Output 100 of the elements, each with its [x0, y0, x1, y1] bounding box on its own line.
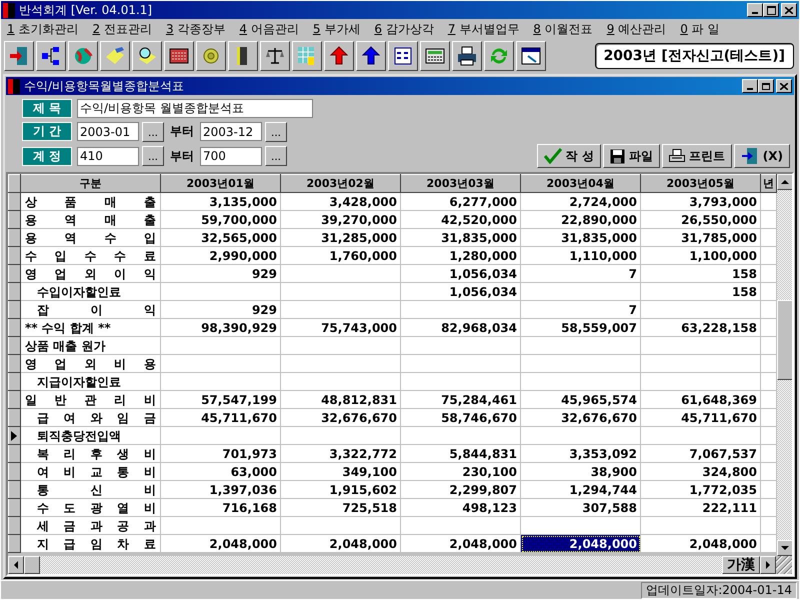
column-header[interactable]: 2003년01월: [160, 174, 280, 192]
menu-item[interactable]: 3 각종장부: [166, 22, 226, 36]
title-field[interactable]: 수익/비용항목 월별종합분석표: [77, 99, 313, 118]
table-cell: 45,711,670: [640, 408, 760, 426]
table-cell: 1,915,602: [280, 480, 400, 498]
menu-item[interactable]: 6 감가상각: [374, 22, 434, 36]
menu-item[interactable]: 8 이월전표: [533, 22, 593, 36]
table-cell: 2,990,000: [160, 246, 280, 264]
table-cell: 3,353,092: [520, 444, 640, 462]
from-label: 부터: [170, 148, 194, 164]
column-header[interactable]: 2003년02월: [280, 174, 400, 192]
table-cell: 1,772,035: [640, 480, 760, 498]
menu-item[interactable]: 0 파 일: [680, 22, 720, 36]
table-cell: 31,285,000: [280, 228, 400, 246]
table-cell: 63,228,158: [640, 318, 760, 336]
menu-item[interactable]: 5 부가세: [312, 22, 360, 36]
table-cell: 1,056,034: [400, 264, 520, 282]
table-cell: 2,048,000: [160, 534, 280, 552]
browse-button[interactable]: ...: [265, 146, 287, 166]
column-header[interactable]: 2003년03월: [400, 174, 520, 192]
table-cell: 230,100: [400, 462, 520, 480]
file-button[interactable]: 파일: [602, 144, 660, 168]
exit-button[interactable]: (X): [734, 144, 790, 168]
table-cell: 58,559,007: [520, 318, 640, 336]
table-cell: 701,973: [160, 444, 280, 462]
table-cell: 929: [160, 264, 280, 282]
field-label: 기 간: [22, 122, 72, 141]
menu-item[interactable]: 7 부서별업무: [448, 22, 520, 36]
table-cell: 5,844,831: [400, 444, 520, 462]
browse-button[interactable]: ...: [265, 122, 287, 142]
table-cell: 57,547,199: [160, 390, 280, 408]
table-cell: 3,428,000: [280, 192, 400, 210]
table-cell: 307,588: [520, 498, 640, 516]
table-cell: 26,550,000: [640, 210, 760, 228]
table-cell: 2,048,000: [280, 534, 400, 552]
table-cell: 61,648,369: [640, 390, 760, 408]
row-label: 용 역 매 출: [25, 212, 156, 226]
table-cell: 32,676,670: [520, 408, 640, 426]
browse-button[interactable]: ...: [142, 146, 164, 166]
create-button[interactable]: 작 성: [536, 144, 601, 168]
table-cell: 1,760,000: [280, 246, 400, 264]
table-cell: 3,322,772: [280, 444, 400, 462]
table-cell: 98,390,929: [160, 318, 280, 336]
period-end-field[interactable]: 2003-12: [200, 122, 262, 141]
table-cell: 725,518: [280, 498, 400, 516]
table-cell: 32,565,000: [160, 228, 280, 246]
company-year-label: 2003년 [전자신고(테스트)]: [594, 43, 794, 69]
table-cell: 158: [640, 264, 760, 282]
table-cell: 22,890,000: [520, 210, 640, 228]
row-label: 영 업 외 비 용: [25, 356, 156, 370]
menu-item[interactable]: 1 초기화관리: [7, 22, 78, 36]
print-button[interactable]: 프린트: [662, 144, 732, 168]
table-cell: 3,135,000: [160, 192, 280, 210]
table-cell: 75,284,461: [400, 390, 520, 408]
menu-item[interactable]: 2 전표관리: [92, 22, 152, 36]
row-label: 영 업 외 이 익: [25, 266, 156, 280]
row-label: 통 신 비: [36, 482, 156, 496]
column-header[interactable]: 2003년04월: [520, 174, 640, 192]
field-label: 계 정: [22, 146, 72, 166]
table-cell: 1,056,034: [400, 282, 520, 300]
table-cell: 63,000: [160, 462, 280, 480]
row-label: 일 반 관 리 비: [25, 392, 156, 406]
field-label: 제 목: [22, 99, 72, 118]
table-cell: 2,048,000: [400, 534, 520, 552]
table-cell: 1,397,036: [160, 480, 280, 498]
table-cell: 39,270,000: [280, 210, 400, 228]
table-cell: 2,299,807: [400, 480, 520, 498]
table-cell: 1,294,744: [520, 480, 640, 498]
row-label: 상품 매출 원가: [25, 338, 106, 352]
table-cell: 59,700,000: [160, 210, 280, 228]
table-cell: 498,123: [400, 498, 520, 516]
period-start-field[interactable]: 2003-01: [77, 122, 139, 141]
table-cell: 2,048,000: [640, 534, 760, 552]
table-cell: 7,067,537: [640, 444, 760, 462]
account-end-field[interactable]: 700: [200, 146, 262, 166]
column-header[interactable]: 구분: [20, 174, 160, 192]
table-cell: 2,724,000: [520, 192, 640, 210]
row-label: 수 도 광 열 비: [36, 500, 156, 514]
table-cell: 716,168: [160, 498, 280, 516]
table-cell: 38,900: [520, 462, 640, 480]
table-cell: 2,048,000: [520, 534, 640, 552]
column-header[interactable]: 년: [760, 174, 776, 192]
table-cell: 31,785,000: [640, 228, 760, 246]
column-header[interactable]: 2003년05월: [640, 174, 760, 192]
row-label: 세 금 과 공 과: [36, 518, 156, 532]
table-cell: 1,280,000: [400, 246, 520, 264]
account-start-field[interactable]: 410: [77, 146, 139, 166]
menu-item[interactable]: 9 예산관리: [606, 22, 666, 36]
table-cell: 1,110,000: [520, 246, 640, 264]
row-label: 급 여 와 임 금: [36, 410, 156, 424]
table-cell: 31,835,000: [520, 228, 640, 246]
from-label: 부터: [170, 124, 194, 139]
table-cell: 929: [160, 300, 280, 318]
table-cell: 158: [640, 282, 760, 300]
browse-button[interactable]: ...: [142, 122, 164, 142]
table-cell: 32,676,670: [280, 408, 400, 426]
table-cell: 31,835,000: [400, 228, 520, 246]
status-text: 업데이트일자:2004-01-14: [641, 582, 797, 598]
menu-item[interactable]: 4 어음관리: [239, 22, 299, 36]
window-title: 수익/비용항목월별종합분석표: [24, 78, 184, 94]
